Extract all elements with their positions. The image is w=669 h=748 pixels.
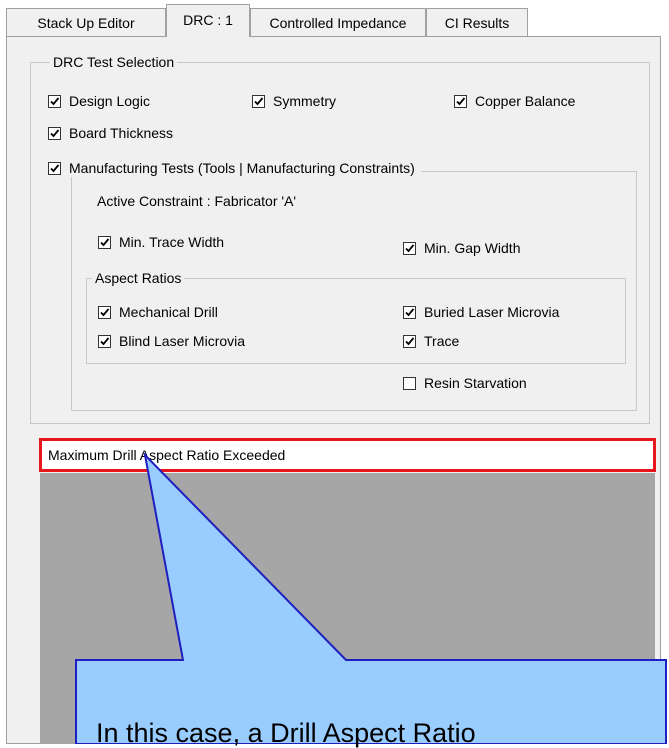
- design-logic-label: Design Logic: [69, 93, 150, 109]
- checkbox-box: [98, 236, 111, 249]
- tab-label: DRC : 1: [183, 12, 233, 28]
- tab-label: Controlled Impedance: [269, 15, 407, 31]
- tab-label: Stack Up Editor: [37, 15, 135, 31]
- symmetry-checkbox[interactable]: Symmetry: [252, 93, 336, 110]
- blind-laser-microvia-label: Blind Laser Microvia: [119, 333, 246, 349]
- checkbox-box: [403, 242, 416, 255]
- checkbox-box: [98, 335, 111, 348]
- manufacturing-tests-label: Manufacturing Tests (Tools | Manufacturi…: [69, 160, 415, 176]
- aspect-ratios-group: [86, 278, 626, 364]
- drc-message-bar[interactable]: Maximum Drill Aspect Ratio Exceeded: [39, 438, 656, 472]
- tab-stack-up-editor[interactable]: Stack Up Editor: [6, 8, 166, 36]
- checkbox-box: [48, 162, 61, 175]
- checkbox-box: [454, 95, 467, 108]
- tab-ci-results[interactable]: CI Results: [426, 8, 528, 36]
- board-thickness-label: Board Thickness: [69, 125, 174, 141]
- checkbox-box: [403, 377, 416, 390]
- mechanical-drill-label: Mechanical Drill: [119, 304, 218, 320]
- min-trace-width-checkbox[interactable]: Min. Trace Width: [98, 234, 224, 251]
- drc-group-legend: DRC Test Selection: [50, 54, 178, 70]
- min-gap-width-label: Min. Gap Width: [424, 240, 521, 256]
- tab-label: CI Results: [444, 15, 510, 31]
- board-thickness-checkbox[interactable]: Board Thickness: [48, 125, 173, 142]
- trace-label: Trace: [424, 333, 460, 349]
- symmetry-label: Symmetry: [273, 93, 336, 109]
- checkbox-box: [48, 127, 61, 140]
- copper-balance-checkbox[interactable]: Copper Balance: [454, 93, 575, 110]
- manufacturing-tests-checkbox[interactable]: Manufacturing Tests (Tools | Manufacturi…: [48, 160, 421, 177]
- copper-balance-label: Copper Balance: [475, 93, 576, 109]
- min-trace-width-label: Min. Trace Width: [119, 234, 225, 250]
- checkbox-box: [252, 95, 265, 108]
- trace-checkbox[interactable]: Trace: [403, 333, 459, 350]
- min-gap-width-checkbox[interactable]: Min. Gap Width: [403, 240, 520, 257]
- resin-starvation-label: Resin Starvation: [424, 375, 527, 391]
- tab-strip: Stack Up Editor DRC : 1 Controlled Imped…: [0, 0, 669, 40]
- tab-drc[interactable]: DRC : 1: [166, 4, 250, 37]
- mechanical-drill-checkbox[interactable]: Mechanical Drill: [98, 304, 218, 321]
- buried-laser-microvia-label: Buried Laser Microvia: [424, 304, 560, 320]
- drc-results-area[interactable]: [40, 473, 655, 744]
- active-constraint-label: Active Constraint : Fabricator 'A': [97, 193, 297, 209]
- checkbox-box: [403, 335, 416, 348]
- tab-controlled-impedance[interactable]: Controlled Impedance: [250, 8, 426, 36]
- buried-laser-microvia-checkbox[interactable]: Buried Laser Microvia: [403, 304, 559, 321]
- checkbox-box: [98, 306, 111, 319]
- checkbox-box: [403, 306, 416, 319]
- design-logic-checkbox[interactable]: Design Logic: [48, 93, 150, 110]
- resin-starvation-checkbox[interactable]: Resin Starvation: [403, 375, 527, 392]
- blind-laser-microvia-checkbox[interactable]: Blind Laser Microvia: [98, 333, 245, 350]
- checkbox-box: [48, 95, 61, 108]
- aspect-ratios-legend: Aspect Ratios: [92, 270, 185, 286]
